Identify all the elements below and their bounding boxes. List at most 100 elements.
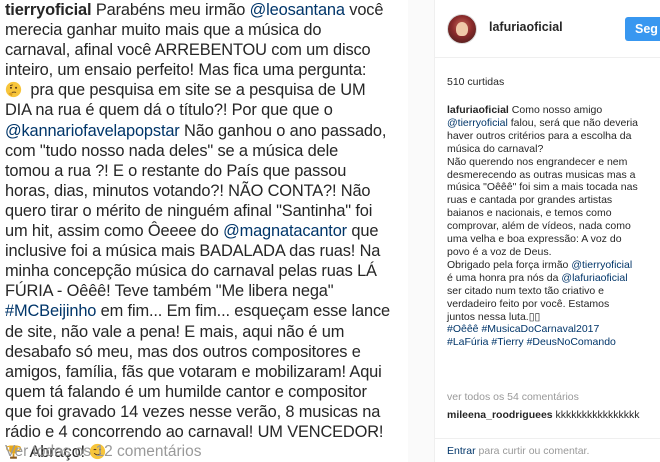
comment-text: kkkkkkkkkkkkkkkk [555, 409, 640, 421]
caption-text-segment: música do carnaval? [447, 142, 544, 155]
caption-text-segment: carnaval, afinal você ARREBENTOU com um … [5, 41, 371, 60]
caption-line: ruas e cantada por grandes artistas [447, 194, 660, 207]
caption-line: Obrigado pela força irmão @tierryoficial [447, 259, 660, 272]
caption-line: um hit, assim como Ôeeee do @magnatacant… [5, 221, 404, 241]
caption-text-segment: que foi gravado 14 vezes nesse verão, 8 … [5, 402, 381, 421]
hashtag-link[interactable]: #DeusNoComando [527, 336, 616, 348]
caption-text-segment: que [346, 222, 379, 241]
caption-line: @kannariofavelapopstar Não ganhou o ano … [5, 121, 404, 141]
caption-text-segment: juntos nessa luta.▯▯ [447, 310, 541, 323]
caption-text-segment: desmerecendo as outras musicas mas a [447, 168, 636, 181]
hashtag-link[interactable]: #MusicaDoCarnaval2017 [481, 323, 599, 335]
caption-text-segment: inteiro, um ensaio perfeito! Mas fica um… [5, 61, 367, 80]
caption-line: quero tirar o mérito de ninguém afinal "… [5, 201, 404, 221]
view-all-comments-link[interactable]: ver todos os 54 comentários [447, 391, 579, 403]
mention-link[interactable]: @leosantana [250, 1, 345, 19]
caption-line: desmerecendo as outras musicas mas a [447, 169, 660, 182]
caption-line: verdadeiro feito por você. Estamos [447, 298, 660, 311]
avatar[interactable] [447, 14, 477, 44]
mention-link[interactable]: @lafuriaoficial [561, 272, 627, 284]
caption-text-segment: uma velha e boa expressão: A voz do [447, 233, 622, 246]
mention-link[interactable]: @tierryoficial [571, 259, 632, 271]
caption-line: é uma honra pra nós da @lafuriaoficial [447, 272, 660, 285]
follow-button[interactable]: Seg [625, 17, 660, 41]
hashtag-link[interactable]: #Oêêê [447, 323, 479, 335]
hashtag-link[interactable]: #LaFúria [447, 336, 488, 348]
caption-text-segment: inclusive foi a música mais BADALADA das… [5, 242, 381, 261]
thinking-face-icon [5, 82, 22, 98]
caption-line: carnaval, afinal você ARREBENTOU com um … [5, 40, 404, 60]
caption-text-segment: quero tirar o mérito de ninguém afinal "… [5, 201, 373, 220]
caption-line: rádio e 4 concorrendo ao carnaval! UM VE… [5, 422, 404, 442]
panel-divider [408, 0, 434, 462]
caption-text-segment: Não querendo nos engrandecer e nem [447, 155, 628, 168]
login-link[interactable]: Entrar [447, 445, 476, 457]
caption-text-segment: horas, dias, minutos votando?! NÃO CONTA… [5, 181, 371, 200]
caption-line: haver outros critérios para a escolha da [447, 130, 660, 143]
mention-link[interactable]: @magnatacantor [223, 222, 347, 240]
comment-username[interactable]: mileena_roodriguees [447, 409, 553, 421]
caption-username[interactable]: tierryoficial [5, 1, 92, 19]
post-author-username[interactable]: lafuriaoficial [489, 20, 563, 34]
caption-line: comprovar, além de vídeos, nada como [447, 220, 660, 233]
caption-text-segment: ruas e cantada por grandes artistas [447, 194, 613, 207]
caption-text-segment: um hit, assim como Ôeeee do [5, 222, 224, 241]
caption-line: inteiro, um ensaio perfeito! Mas fica um… [5, 60, 404, 80]
caption-text-segment: verdadeiro feito por você. Estamos [447, 297, 610, 310]
caption-line: música "Oêêê" foi sim a mais tocada nas [447, 181, 660, 194]
post-header: lafuriaoficial Seg [435, 0, 660, 58]
caption-text-segment: Não ganhou o ano passado, [179, 121, 387, 140]
caption-line: inclusive foi a música mais BADALADA das… [5, 241, 404, 261]
avatar-face [456, 22, 468, 36]
login-prompt-text: para curtir ou comentar. [475, 445, 590, 457]
caption-text-segment: minha concepção música do carnaval pelas… [5, 262, 377, 281]
login-prompt: Entrar para curtir ou comentar. [447, 445, 589, 457]
caption-text-segment: amigos, família, fãs que votaram e mobil… [5, 362, 382, 381]
caption-line: povo é a voz de Deus. [447, 246, 660, 259]
mention-link[interactable]: @kannariofavelapopstar [5, 122, 180, 140]
mention-link[interactable]: @tierryoficial [447, 117, 508, 129]
caption-line: minha concepção música do carnaval pelas… [5, 261, 404, 281]
caption-line: tierryoficial Parabéns meu irmão @leosan… [5, 0, 404, 20]
caption-text-segment: você [344, 1, 384, 19]
caption-line: que foi gravado 14 vezes nesse verão, 8 … [5, 402, 404, 422]
caption-text-segment: rádio e 4 concorrendo ao carnaval! UM VE… [5, 422, 384, 441]
caption-line: lafuriaoficial Como nosso amigo [447, 104, 660, 117]
caption-text-segment: ser citado num texto tão criativo e [447, 284, 604, 297]
caption-text-segment: DIA na rua é quem dá o título?! Por que … [5, 101, 333, 120]
caption-text-segment: pra que pesquisa em site se a pesquisa d… [26, 81, 366, 100]
left-caption-text: tierryoficial Parabéns meu irmão @leosan… [5, 0, 404, 462]
caption-text-segment: baianos e nacionais, e temos como [447, 207, 612, 220]
caption-text-segment: comprovar, além de vídeos, nada como [447, 220, 631, 233]
caption-line: #Oêêê #MusicaDoCarnaval2017 [447, 323, 660, 336]
caption-text-segment: Obrigado pela força irmão [447, 258, 572, 271]
caption-line: @tierryoficial falou, será que não dever… [447, 117, 660, 130]
caption-username[interactable]: lafuriaoficial [447, 104, 509, 116]
caption-text-segment: com "tudo nosso nada deles" se a música … [5, 141, 339, 160]
caption-line: horas, dias, minutos votando?! NÃO CONTA… [5, 181, 404, 201]
caption-text-segment: FÚRIA - Oêêê! Teve também "Me libera neg… [5, 282, 334, 301]
caption-line: #MCBeijinho em fim... Em fim... esqueçam… [5, 301, 404, 321]
caption-text-segment: desabafo só meu, mas dos outros composit… [5, 342, 361, 361]
comment-row: mileena_roodriguees kkkkkkkkkkkkkkkk [447, 409, 640, 421]
caption-line: FÚRIA - Oêêê! Teve também "Me libera neg… [5, 281, 404, 301]
caption-line: juntos nessa luta.▯▯ [447, 311, 660, 324]
view-all-comments-link[interactable]: Ver todos os 12 comentários [5, 443, 201, 461]
caption-text-segment: Parabéns meu irmão [91, 1, 250, 19]
likes-count[interactable]: 510 curtidas [447, 76, 504, 88]
caption-text-segment: música "Oêêê" foi sim a mais tocada nas [447, 181, 638, 194]
caption-text-segment: tomou a rua ?! E o restante do País que … [5, 161, 347, 180]
caption-text-segment: de site, não vale a pena! E mais, aqui n… [5, 322, 345, 341]
caption-line: quem tá falando é um humilde cantor e co… [5, 382, 404, 402]
caption-text-segment: é uma honra pra nós da [447, 271, 562, 284]
caption-text-segment: Como nosso amigo [508, 104, 603, 116]
hashtag-link[interactable]: #Tierry [491, 336, 523, 348]
caption-line: de site, não vale a pena! E mais, aqui n… [5, 322, 404, 342]
caption-text-segment: haver outros critérios para a escolha da [447, 129, 632, 142]
caption-line: merecia ganhar muito mais que a música d… [5, 20, 404, 40]
caption-line: #LaFúria #Tierry #DeusNoComando [447, 336, 660, 349]
caption-text-segment: falou, será que não deveria [507, 116, 639, 129]
caption-line: amigos, família, fãs que votaram e mobil… [5, 362, 404, 382]
caption-line: DIA na rua é quem dá o título?! Por que … [5, 100, 404, 120]
hashtag-link[interactable]: #MCBeijinho [5, 302, 96, 320]
